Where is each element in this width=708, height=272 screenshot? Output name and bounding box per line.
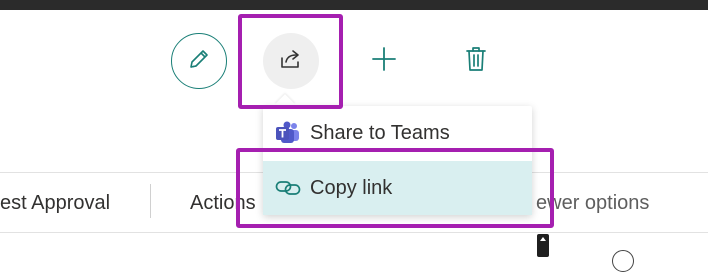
plus-icon <box>370 45 398 78</box>
request-approval-button[interactable]: est Approval <box>0 192 110 215</box>
actions-menu[interactable]: Actions <box>190 192 256 215</box>
scroll-up-arrow-icon <box>540 237 546 241</box>
share-button[interactable] <box>263 33 319 89</box>
window-top-bar <box>0 0 708 10</box>
delete-button[interactable] <box>456 41 496 81</box>
share-flyout-menu: Share to Teams Copy link <box>263 106 532 215</box>
viewer-options-menu[interactable]: ewer options <box>536 192 649 215</box>
command-bar-bottom-border <box>0 232 708 233</box>
info-icon <box>612 250 634 272</box>
teams-icon <box>274 119 302 147</box>
add-button[interactable] <box>364 41 404 81</box>
edit-button[interactable] <box>171 33 227 89</box>
pencil-icon <box>187 47 211 76</box>
share-to-teams-label: Share to Teams <box>310 121 450 144</box>
copy-link-label: Copy link <box>310 176 393 199</box>
trash-icon <box>464 45 488 78</box>
link-icon <box>274 174 302 202</box>
toolbar-divider <box>150 184 151 218</box>
copy-link-item[interactable]: Copy link <box>263 161 532 215</box>
share-to-teams-item[interactable]: Share to Teams <box>263 106 532 160</box>
share-icon <box>278 46 304 77</box>
